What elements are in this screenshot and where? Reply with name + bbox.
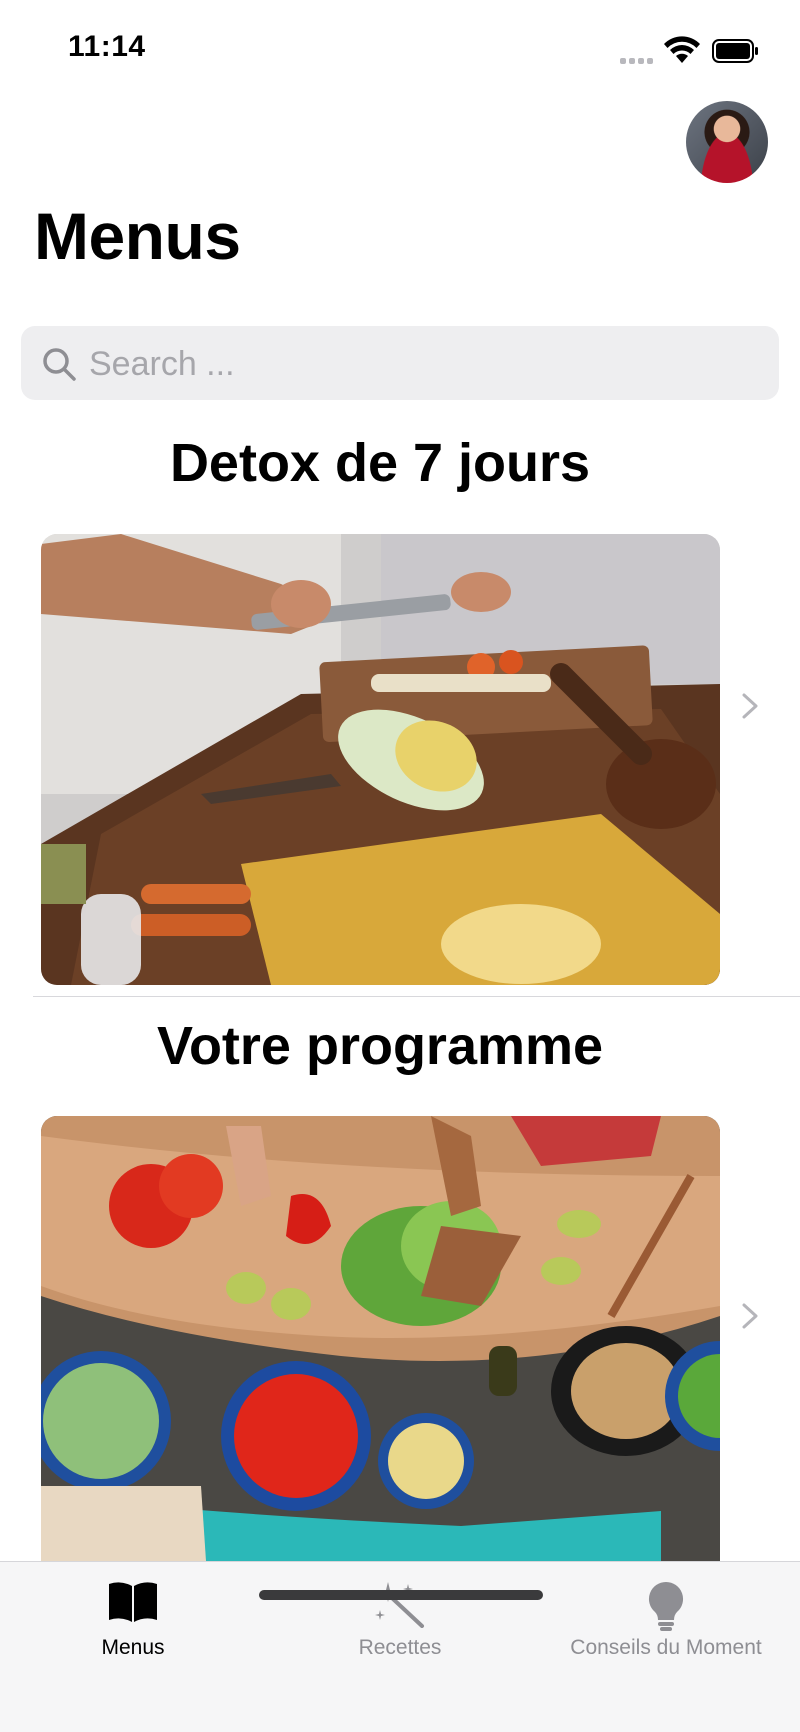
status-bar: 11:14 (0, 0, 800, 95)
programme-image[interactable] (41, 1116, 720, 1561)
tab-bar: Menus Recettes Conseils du Moment (0, 1561, 800, 1732)
tab-conseils[interactable]: Conseils du Moment (556, 1562, 776, 1672)
section-divider (33, 996, 800, 997)
status-time: 11:14 (68, 30, 146, 63)
tab-menus[interactable]: Menus (43, 1562, 223, 1672)
lightbulb-icon (648, 1581, 684, 1631)
search-icon (43, 348, 76, 381)
tab-label-recettes: Recettes (358, 1636, 442, 1659)
tab-recettes[interactable]: Recettes (310, 1562, 490, 1672)
page-title: Menus (34, 199, 241, 273)
wifi-icon (664, 36, 700, 63)
section-title-programme: Votre programme (156, 1016, 604, 1076)
chevron-right-icon[interactable] (738, 1301, 762, 1331)
search-input[interactable] (87, 336, 751, 392)
vegetables-table-photo (41, 1116, 720, 1561)
book-icon (109, 1582, 157, 1622)
avatar[interactable] (686, 101, 768, 183)
cellular-signal-icon (620, 52, 658, 64)
chevron-right-icon[interactable] (738, 691, 762, 721)
magic-wand-icon (375, 1582, 424, 1628)
tab-label-conseils: Conseils du Moment (570, 1636, 762, 1659)
detox-menu-image[interactable] (41, 534, 720, 985)
section-title-detox: Detox de 7 jours (169, 433, 591, 493)
kitchen-prep-photo (41, 534, 720, 985)
tab-label-menus: Menus (101, 1636, 165, 1659)
search-bar[interactable] (21, 326, 779, 400)
battery-icon (712, 39, 758, 63)
home-indicator (259, 1590, 543, 1600)
